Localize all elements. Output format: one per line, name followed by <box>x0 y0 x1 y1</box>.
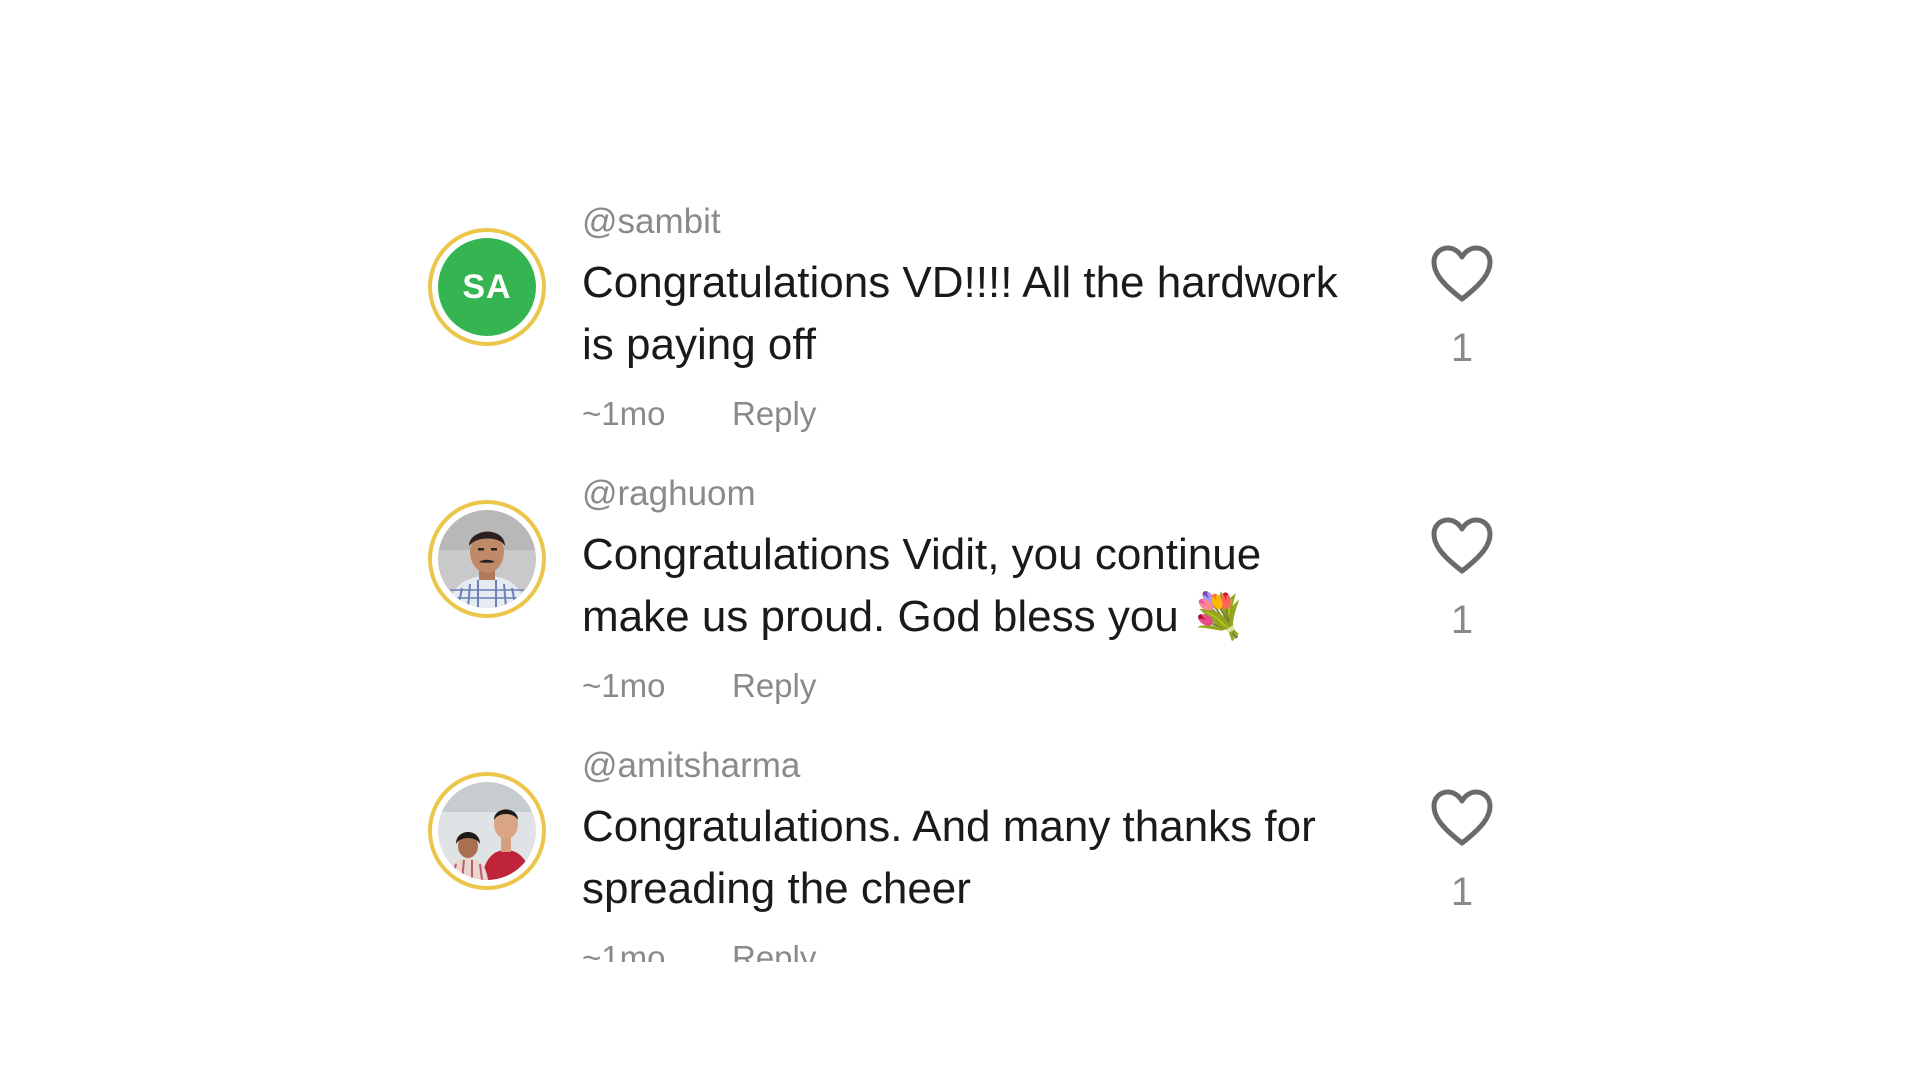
comment-text: Congratulations. And many thanks for spr… <box>582 802 1316 913</box>
heart-outline-icon <box>1431 789 1493 846</box>
like-count: 1 <box>1450 598 1474 642</box>
like-count: 1 <box>1450 870 1474 914</box>
comment-timestamp: ~1mo <box>582 939 666 962</box>
avatar[interactable] <box>428 500 546 618</box>
comment-username[interactable]: @raghuom <box>582 474 756 514</box>
like-button[interactable] <box>1430 788 1494 848</box>
heart-outline-icon <box>1431 245 1493 302</box>
comment-item: SA @sambit Congratulations VD!!!! All th… <box>0 200 1920 470</box>
heart-outline-icon <box>1431 517 1493 574</box>
comment-meta: ~1mo Reply <box>582 394 816 434</box>
like-count: 1 <box>1450 326 1474 370</box>
avatar[interactable]: SA <box>428 228 546 346</box>
comment-item: @amitsharma Congratulations. And many th… <box>0 744 1920 962</box>
reply-button[interactable]: Reply <box>732 666 816 706</box>
comment-text: Congratulations Vidit, you continue make… <box>582 530 1262 641</box>
comment-text: Congratulations VD!!!! All the hardwork … <box>582 258 1338 369</box>
reply-button[interactable]: Reply <box>732 394 816 434</box>
comment-list: SA @sambit Congratulations VD!!!! All th… <box>0 0 1920 962</box>
comment-item: @raghuom Congratulations Vidit, you cont… <box>0 472 1920 742</box>
avatar-photo <box>438 510 536 608</box>
comment-username[interactable]: @sambit <box>582 202 721 242</box>
avatar-initials: SA <box>438 238 536 336</box>
like-button[interactable] <box>1430 516 1494 576</box>
avatar-photo <box>438 782 536 880</box>
comment-username[interactable]: @amitsharma <box>582 746 800 786</box>
comment-meta: ~1mo Reply <box>582 666 816 706</box>
like-button[interactable] <box>1430 244 1494 304</box>
avatar[interactable] <box>428 772 546 890</box>
comment-timestamp: ~1mo <box>582 667 666 704</box>
comment-timestamp: ~1mo <box>582 395 666 432</box>
comment-meta: ~1mo Reply <box>582 938 816 962</box>
reply-button[interactable]: Reply <box>732 938 816 962</box>
